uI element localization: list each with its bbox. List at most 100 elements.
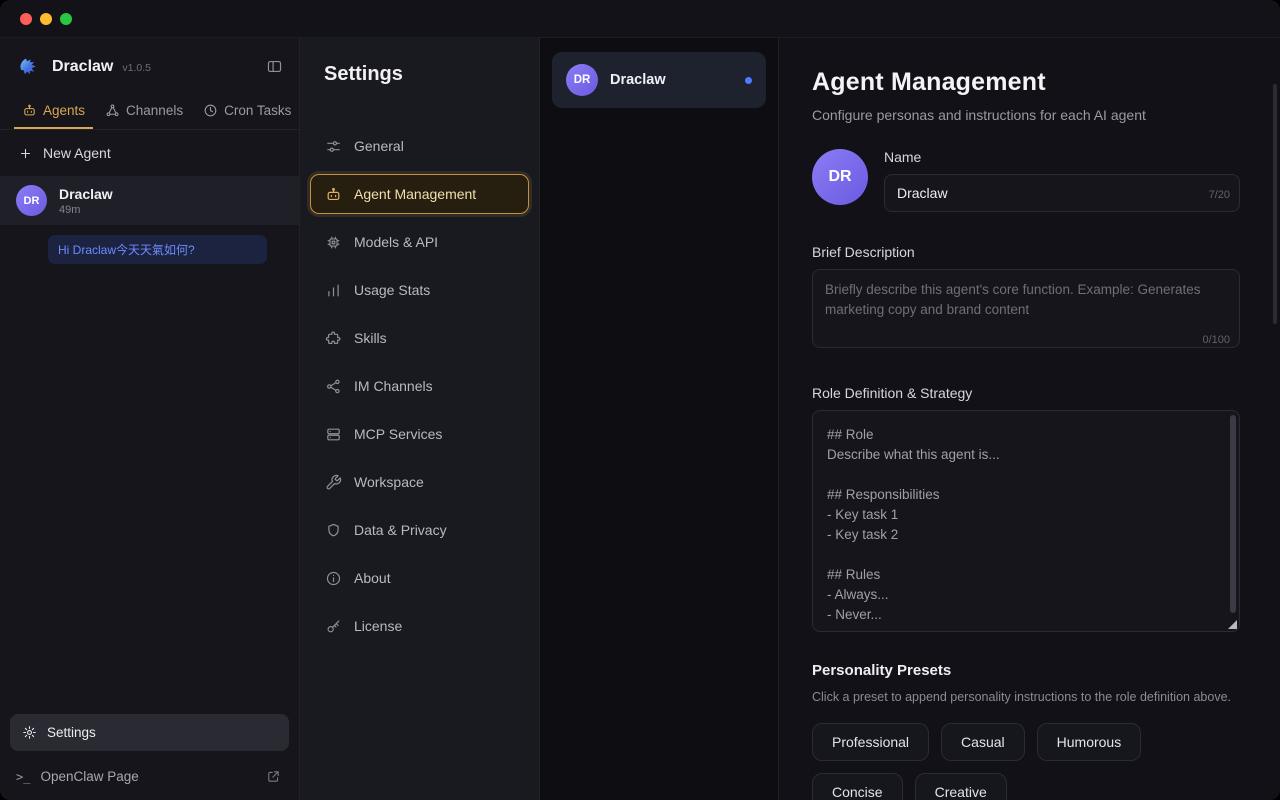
- minimize-window-button[interactable]: [40, 12, 52, 25]
- settings-nav-item-about[interactable]: About: [310, 558, 529, 598]
- online-status-dot: [745, 76, 752, 84]
- settings-nav-item-im-channels[interactable]: IM Channels: [310, 366, 529, 406]
- clock-icon: [203, 103, 218, 118]
- tab-cron-tasks[interactable]: Cron Tasks: [195, 92, 299, 129]
- settings-nav-item-skills[interactable]: Skills: [310, 318, 529, 358]
- settings-nav-item-license[interactable]: License: [310, 606, 529, 646]
- agent-last-active: 49m: [59, 203, 81, 216]
- preset-creative-button[interactable]: Creative: [914, 773, 1007, 800]
- personality-presets: Professional Casual Humorous Concise Cre…: [812, 723, 1240, 800]
- settings-nav-list: General Agent Management Models & API Us…: [300, 126, 539, 646]
- personality-hint: Click a preset to append personality ins…: [812, 690, 1231, 704]
- page-subtitle: Configure personas and instructions for …: [812, 107, 1146, 123]
- settings-nav-item-general[interactable]: General: [310, 126, 529, 166]
- window-controls: [20, 12, 72, 25]
- titlebar: [0, 0, 1280, 38]
- settings-nav-item-label: Models & API: [354, 234, 439, 250]
- personality-section: Personality Presets Click a preset to ap…: [812, 662, 1240, 800]
- name-input[interactable]: [884, 174, 1240, 212]
- openclaw-page-link[interactable]: >_ OpenClaw Page: [0, 761, 299, 800]
- sliders-icon: [325, 138, 342, 155]
- tab-label: Channels: [126, 103, 184, 118]
- agent-avatar[interactable]: DR: [812, 149, 868, 205]
- sidebar-agent-item[interactable]: DR Draclaw 49m: [0, 176, 299, 225]
- role-label: Role Definition & Strategy: [812, 385, 973, 401]
- new-agent-button[interactable]: New Agent: [0, 130, 299, 176]
- avatar: DR: [16, 185, 47, 216]
- role-text: ## Role Describe what this agent is... #…: [827, 427, 1000, 622]
- tab-label: Cron Tasks: [224, 103, 292, 118]
- terminal-prompt-icon: >_: [16, 769, 31, 784]
- puzzle-icon: [325, 330, 342, 347]
- settings-nav-item-usage-stats[interactable]: Usage Stats: [310, 270, 529, 310]
- settings-nav-item-label: MCP Services: [354, 426, 443, 442]
- role-scrollbar[interactable]: [1230, 415, 1236, 613]
- sidebar-header: Draclaw v1.0.5: [0, 38, 299, 92]
- robot-icon: [325, 186, 342, 203]
- settings-nav-item-label: License: [354, 618, 403, 634]
- collapse-sidebar-icon[interactable]: [266, 58, 283, 75]
- zoom-window-button[interactable]: [60, 12, 72, 25]
- avatar: DR: [566, 64, 598, 96]
- settings-button[interactable]: Settings: [10, 714, 289, 751]
- server-icon: [325, 426, 342, 443]
- app-version: v1.0.5: [122, 62, 151, 74]
- personality-title: Personality Presets: [812, 662, 952, 679]
- description-textarea[interactable]: [812, 269, 1240, 348]
- main-scrollbar[interactable]: [1273, 84, 1277, 324]
- share-icon: [325, 378, 342, 395]
- settings-nav-item-label: Workspace: [354, 474, 424, 490]
- name-section: DR Name 7/20: [812, 149, 1240, 212]
- app-logo-dragon-icon: [16, 53, 43, 80]
- settings-nav-panel: Settings General Agent Management Models…: [300, 38, 540, 800]
- key-icon: [325, 618, 342, 635]
- settings-nav-item-label: About: [354, 570, 391, 586]
- settings-nav-item-workspace[interactable]: Workspace: [310, 462, 529, 502]
- network-icon: [105, 103, 120, 118]
- settings-button-label: Settings: [47, 725, 96, 740]
- sidebar: Draclaw v1.0.5 Agents Channels Cron Task…: [0, 38, 300, 800]
- page-title: Agent Management: [812, 68, 1046, 96]
- settings-nav-item-data-privacy[interactable]: Data & Privacy: [310, 510, 529, 550]
- app-title: Draclaw: [52, 57, 114, 75]
- external-link-icon: [266, 769, 281, 784]
- resize-handle[interactable]: [1228, 620, 1237, 629]
- role-textarea[interactable]: ## Role Describe what this agent is... #…: [812, 410, 1240, 632]
- new-agent-label: New Agent: [43, 145, 111, 161]
- agent-name: Draclaw: [59, 185, 113, 202]
- tab-label: Agents: [43, 103, 86, 118]
- settings-nav-item-models-api[interactable]: Models & API: [310, 222, 529, 262]
- app-window: Draclaw v1.0.5 Agents Channels Cron Task…: [0, 0, 1280, 800]
- robot-icon: [22, 103, 37, 118]
- description-char-counter: 0/100: [1202, 334, 1230, 346]
- settings-panel-title: Settings: [324, 63, 403, 85]
- preset-professional-button[interactable]: Professional: [812, 723, 930, 761]
- settings-nav-item-label: General: [354, 138, 404, 154]
- settings-nav-item-label: Data & Privacy: [354, 522, 447, 538]
- preset-humorous-button[interactable]: Humorous: [1036, 723, 1142, 761]
- settings-nav-item-label: IM Channels: [354, 378, 433, 394]
- plus-icon: [18, 146, 33, 161]
- close-window-button[interactable]: [20, 12, 32, 25]
- name-label: Name: [884, 149, 922, 165]
- settings-nav-item-label: Skills: [354, 330, 387, 346]
- tab-channels[interactable]: Channels: [97, 92, 191, 129]
- agent-list-item[interactable]: DR Draclaw: [552, 52, 766, 108]
- settings-nav-item-mcp-services[interactable]: MCP Services: [310, 414, 529, 454]
- wrench-icon: [325, 474, 342, 491]
- agent-name: Draclaw: [610, 72, 666, 88]
- role-section: Role Definition & Strategy ## Role Descr…: [812, 385, 1240, 632]
- shield-icon: [325, 522, 342, 539]
- last-message-preview[interactable]: Hi Draclaw今天天氣如何?: [48, 235, 267, 264]
- preset-casual-button[interactable]: Casual: [941, 723, 1025, 761]
- bar-chart-icon: [325, 282, 342, 299]
- description-section: Brief Description 0/100: [812, 244, 1240, 353]
- openclaw-page-label: OpenClaw Page: [40, 769, 139, 784]
- agent-list-panel: DR Draclaw: [540, 38, 779, 800]
- preset-concise-button[interactable]: Concise: [812, 773, 903, 800]
- description-label: Brief Description: [812, 244, 915, 260]
- settings-nav-item-agent-management[interactable]: Agent Management: [310, 174, 529, 214]
- gear-icon: [22, 725, 37, 740]
- tab-agents[interactable]: Agents: [14, 92, 94, 129]
